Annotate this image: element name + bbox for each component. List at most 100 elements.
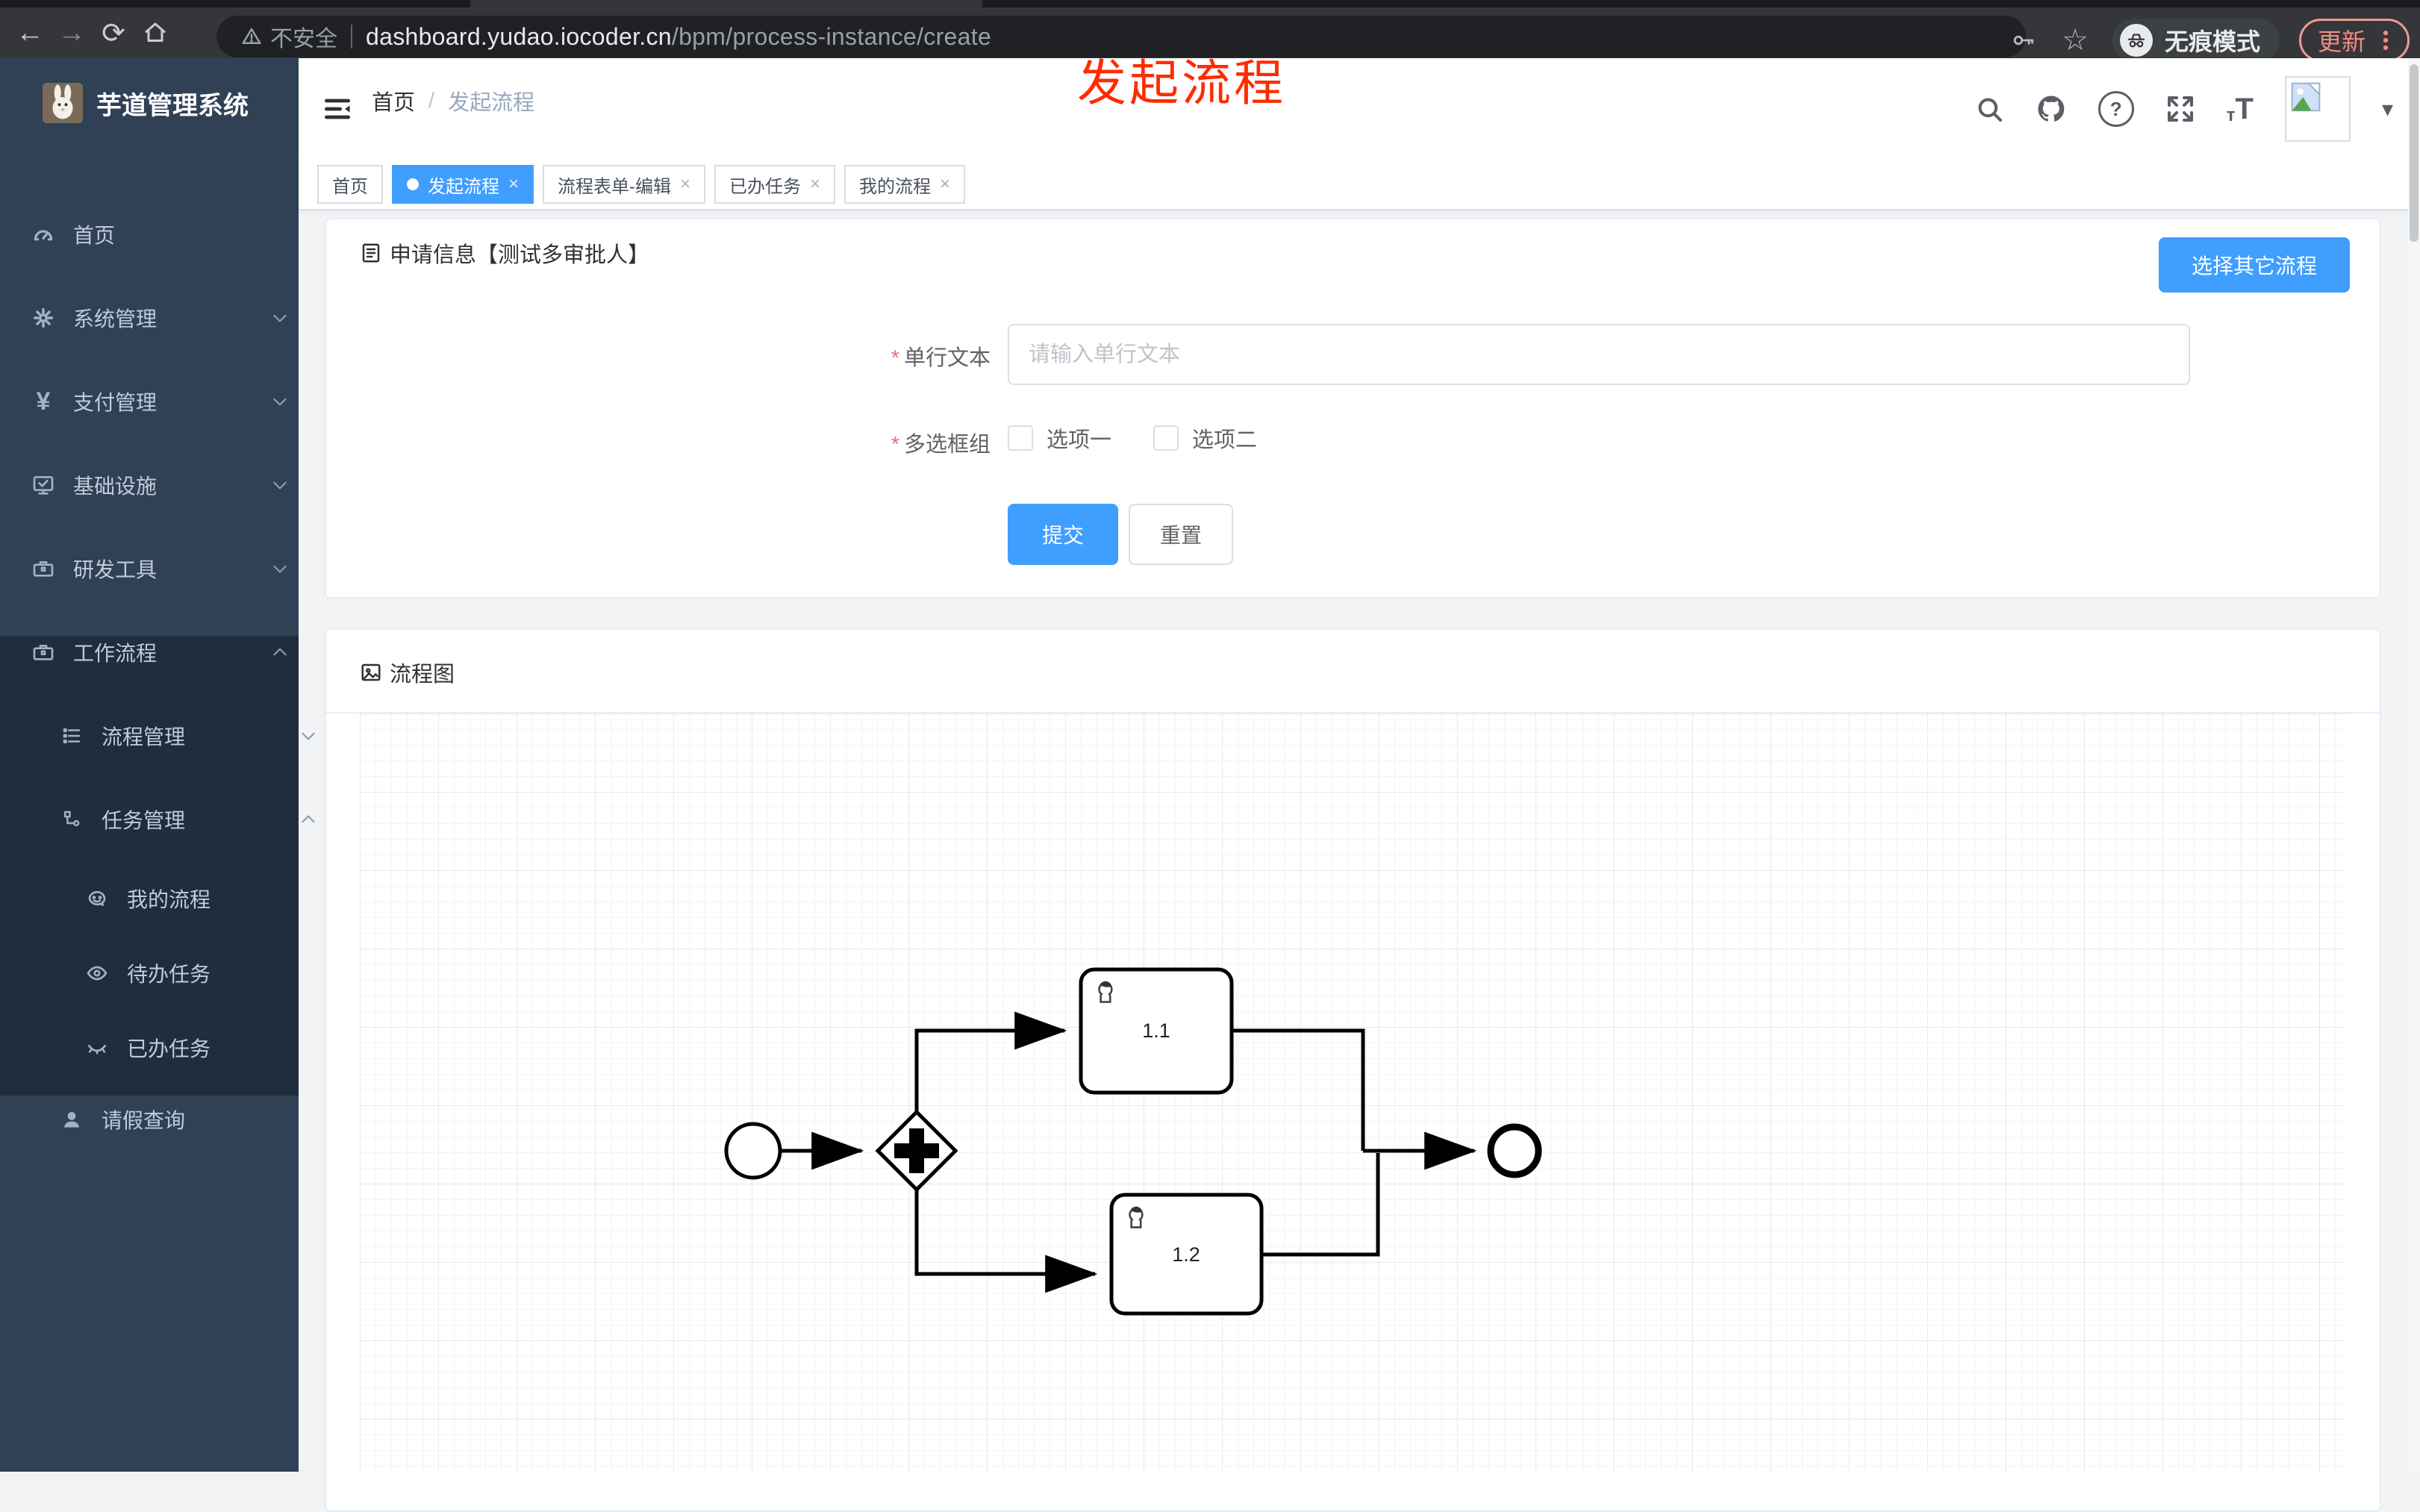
- avatar[interactable]: [2284, 76, 2351, 142]
- update-label: 更新: [2317, 28, 2366, 55]
- browser-tab-strip: [0, 0, 2420, 7]
- sidebar-item-system[interactable]: 系统管理: [0, 276, 328, 360]
- incognito-label: 无痕模式: [2164, 28, 2260, 55]
- close-icon[interactable]: ×: [508, 175, 519, 193]
- page-scrollbar[interactable]: [2408, 58, 2420, 1472]
- close-icon[interactable]: ×: [680, 175, 690, 193]
- tag-label: 发起流程: [428, 176, 499, 197]
- task-flow-icon: [58, 808, 85, 831]
- close-icon[interactable]: ×: [810, 175, 820, 193]
- fullscreen-icon[interactable]: [2165, 94, 2195, 124]
- apply-info-card: 申请信息【测试多审批人】 选择其它流程 *单行文本 *多选框组 选项一 选项二 …: [325, 218, 2381, 599]
- sidebar-item-label: 首页: [73, 224, 116, 247]
- apply-card-title-text: 申请信息【测试多审批人】: [390, 243, 650, 267]
- sidebar-collapse-button[interactable]: [321, 93, 354, 125]
- checkbox-option-1[interactable]: 选项一: [1008, 422, 1111, 454]
- avatar-caret-icon[interactable]: ▾: [2382, 96, 2393, 122]
- tag-done-tasks[interactable]: 已办任务 ×: [714, 165, 836, 204]
- eye-closed-icon: [84, 1036, 110, 1060]
- bpmn-canvas[interactable]: 1.1 1.2: [360, 713, 2346, 1473]
- sidebar-item-process-mgmt[interactable]: 流程管理: [0, 694, 357, 778]
- active-dot: [407, 178, 419, 190]
- broken-image-icon: [2291, 82, 2321, 112]
- sidebar-item-label: 工作流程: [73, 642, 158, 665]
- choose-other-process-button[interactable]: 选择其它流程: [2159, 237, 2350, 293]
- browser-forward-button[interactable]: →: [51, 12, 93, 54]
- key-icon[interactable]: [2011, 28, 2036, 53]
- tag-create-process[interactable]: 发起流程 ×: [392, 165, 534, 204]
- font-size-icon[interactable]: тT: [2227, 93, 2254, 126]
- grid-background: [360, 713, 2346, 1473]
- sidebar-item-workflow[interactable]: 工作流程: [0, 610, 328, 694]
- sidebar-item-label: 支付管理: [73, 391, 158, 414]
- tag-label: 流程表单-编辑: [558, 176, 672, 197]
- tag-form-edit[interactable]: 流程表单-编辑 ×: [543, 165, 706, 204]
- sidebar-item-task-mgmt[interactable]: 任务管理: [0, 778, 357, 861]
- help-icon[interactable]: ?: [2098, 91, 2134, 127]
- bpmn-diagram: 1.1 1.2: [360, 713, 2346, 1473]
- sidebar-item-label: 流程管理: [102, 725, 186, 749]
- sidebar-item-home[interactable]: 首页: [0, 193, 328, 276]
- reset-button[interactable]: 重置: [1129, 504, 1233, 565]
- yen-icon: ¥: [36, 387, 51, 416]
- sidebar-item-label: 研发工具: [73, 558, 158, 581]
- breadcrumb-home[interactable]: 首页: [372, 85, 415, 116]
- sidebar-item-label: 已办任务: [127, 1037, 211, 1060]
- browser-home-button[interactable]: [134, 12, 176, 54]
- sidebar-item-devtools[interactable]: 研发工具: [0, 527, 328, 610]
- text-field-label: * 单行文本: [891, 346, 991, 370]
- sidebar-item-infrastructure[interactable]: 基础设施: [0, 443, 328, 527]
- browser-active-tab-edge: [470, 0, 982, 7]
- chevron-up-icon: [270, 643, 290, 662]
- security-chip[interactable]: 不安全: [240, 20, 337, 53]
- task-label: 1.1: [1142, 1019, 1170, 1042]
- checkbox-option-2[interactable]: 选项二: [1153, 422, 1257, 454]
- dashboard-icon: [30, 222, 57, 246]
- tag-home[interactable]: 首页: [317, 165, 383, 204]
- close-icon[interactable]: ×: [940, 175, 950, 193]
- single-line-text-input[interactable]: [1027, 341, 2171, 368]
- breadcrumb-separator: /: [428, 88, 435, 113]
- chevron-down-icon: [299, 726, 318, 746]
- picture-icon: [361, 663, 381, 681]
- bookmark-star-icon[interactable]: ☆: [2062, 23, 2089, 57]
- sidebar-item-leave-query[interactable]: 请假查询: [0, 1085, 357, 1154]
- kebab-menu-icon[interactable]: [2376, 28, 2395, 53]
- checkbox-icon[interactable]: [1153, 425, 1179, 451]
- url-host: dashboard.yudao.iocoder.cn: [366, 22, 672, 50]
- sidebar-item-label: 系统管理: [73, 307, 158, 331]
- bpmn-user-task-1-2[interactable]: 1.2: [1109, 1193, 1264, 1316]
- breadcrumb-current: 发起流程: [448, 91, 535, 115]
- url-path: /bpm/process-instance/create: [671, 22, 992, 50]
- chevron-down-icon: [270, 392, 290, 411]
- tag-my-process[interactable]: 我的流程 ×: [844, 165, 966, 204]
- sidebar-item-payment[interactable]: ¥ 支付管理: [0, 360, 328, 443]
- search-icon[interactable]: [1974, 94, 2004, 124]
- browser-update-button[interactable]: 更新: [2298, 19, 2410, 62]
- process-list-icon: [58, 725, 85, 747]
- bpmn-end-event[interactable]: [1487, 1123, 1542, 1178]
- workflow-icon: [30, 640, 57, 664]
- chevron-down-icon: [270, 308, 290, 328]
- github-icon[interactable]: [2036, 93, 2067, 125]
- tags-row: 首页 发起流程 × 流程表单-编辑 × 已办任务 × 我的流程 ×: [317, 165, 966, 204]
- diagram-card-title-text: 流程图: [390, 663, 455, 687]
- toolbox-icon: [30, 557, 57, 581]
- url-text: dashboard.yudao.iocoder.cn/bpm/process-i…: [366, 23, 991, 51]
- toolbar-mini-icons: ☆: [2011, 23, 2089, 57]
- sidebar-item-label: 待办任务: [127, 963, 211, 986]
- checkbox-icon[interactable]: [1008, 425, 1033, 451]
- bpmn-start-event[interactable]: [724, 1122, 782, 1180]
- browser-reload-button[interactable]: ⟳: [93, 12, 134, 54]
- submit-button[interactable]: 提交: [1008, 504, 1118, 565]
- task-label: 1.2: [1172, 1243, 1200, 1266]
- sidebar: 芋道管理系统 首页 系统管理 ¥ 支付管理 基础设施 研发工具 工作流程 流程管…: [0, 58, 315, 1472]
- browser-back-button[interactable]: ←: [9, 12, 51, 54]
- bpmn-user-task-1-1[interactable]: 1.1: [1079, 967, 1234, 1095]
- diagram-card-header: 流程图: [326, 630, 2380, 713]
- apply-card-title: 申请信息【测试多审批人】: [360, 237, 649, 269]
- checkbox-label: 选项一: [1047, 428, 1112, 452]
- security-label: 不安全: [270, 27, 337, 51]
- scrollbar-thumb[interactable]: [2410, 64, 2419, 242]
- sidebar-logo-row[interactable]: 芋道管理系统: [0, 66, 299, 140]
